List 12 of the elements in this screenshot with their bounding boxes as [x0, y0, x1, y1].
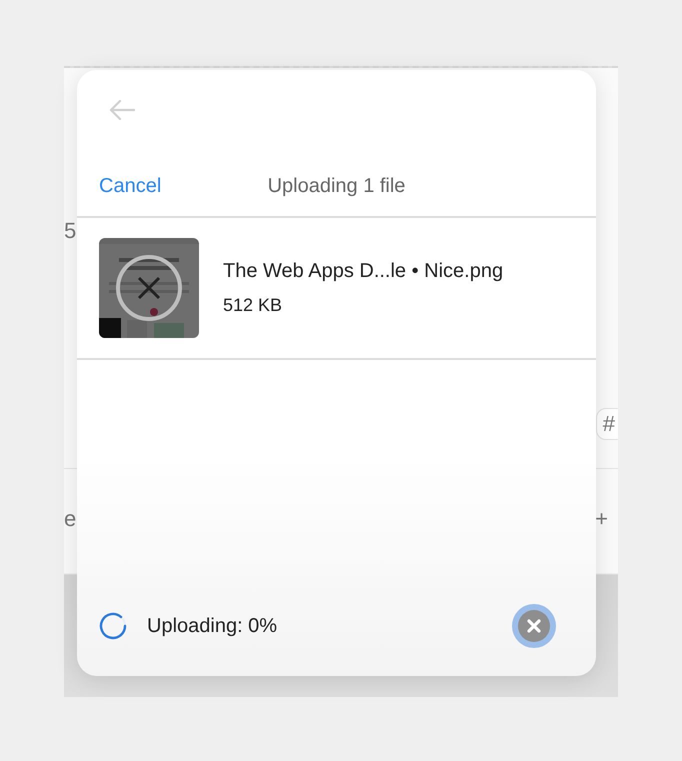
background-text: 5 [64, 217, 76, 245]
file-name: The Web Apps D...le • Nice.png [223, 260, 504, 283]
upload-status: Uploading: 0% [147, 614, 278, 638]
dialog-title: Uploading 1 file [268, 174, 406, 196]
spinner-icon [99, 612, 127, 640]
background-text: # [596, 408, 618, 440]
cancel-button[interactable]: Cancel [99, 174, 162, 198]
cancel-icon[interactable] [115, 254, 183, 322]
file-size: 512 KB [223, 295, 284, 316]
background-text: + [595, 505, 608, 533]
stop-upload-button[interactable] [512, 604, 556, 648]
background-text: e [64, 505, 76, 533]
